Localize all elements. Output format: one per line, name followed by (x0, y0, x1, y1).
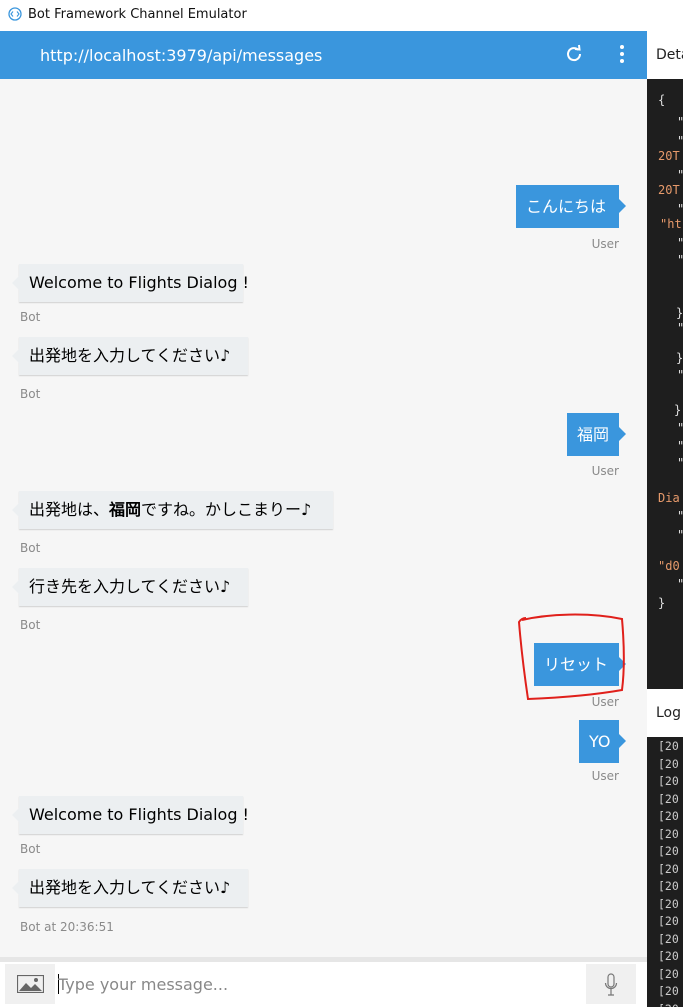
message-meta: Bot (20, 541, 41, 555)
log-line: [20 (658, 931, 679, 946)
json-line: "d0 (658, 559, 680, 573)
message-meta: User (591, 237, 619, 251)
json-line: } (658, 596, 666, 610)
user-message: こんにちは (516, 185, 626, 228)
window-title: Bot Framework Channel Emulator (28, 7, 247, 22)
title-bar: Bot Framework Channel Emulator (0, 0, 683, 31)
more-options-icon[interactable] (612, 43, 632, 65)
message-text-bold: 福岡 (109, 500, 142, 519)
json-line: " (677, 321, 683, 335)
json-line: " (677, 439, 683, 453)
json-line: " (677, 509, 683, 523)
message-meta: Bot (20, 842, 41, 856)
log-line: [20 (658, 861, 679, 876)
bot-message: 出発地は、福岡ですね。かしこまりー♪ (12, 491, 333, 529)
message-text: 行き先を入力してください♪ (29, 577, 231, 596)
bot-message: 出発地を入力してください♪ (12, 869, 248, 907)
json-line: " (677, 115, 683, 129)
image-icon (17, 975, 44, 993)
log-line: [20 (658, 774, 679, 788)
log-line: [20 (658, 914, 679, 928)
json-line: " (677, 134, 683, 148)
message-meta: Bot (20, 310, 41, 324)
details-panel-header: Deta (647, 31, 683, 79)
log-line: [20 (658, 844, 679, 858)
json-line: "ht (660, 217, 682, 231)
json-line: Dia (658, 491, 680, 505)
json-line: " (677, 577, 683, 591)
log-line: [20 (658, 966, 679, 981)
json-line: " (677, 528, 683, 542)
log-panel-header: Log (647, 689, 683, 737)
chat-header: http://localhost:3979/api/messages (0, 31, 647, 79)
user-message: YO (579, 720, 626, 763)
endpoint-url[interactable]: http://localhost:3979/api/messages (40, 46, 322, 65)
json-line: " (677, 421, 683, 435)
message-text: 福岡 (577, 425, 610, 444)
json-line: " (677, 202, 683, 216)
bot-message: 出発地を入力してください♪ (12, 337, 248, 375)
message-text: リセット (544, 655, 609, 674)
microphone-icon (604, 973, 618, 996)
json-line: " (677, 253, 683, 267)
bot-message: Welcome to Flights Dialog ! (12, 264, 249, 302)
json-line: } (676, 306, 683, 320)
json-line: 20T (658, 183, 680, 197)
message-text: 出発地を入力してください♪ (29, 346, 231, 365)
log-line: [20 (658, 1002, 679, 1007)
json-line: 20T (658, 149, 680, 163)
json-line: { (658, 93, 666, 107)
message-composer (0, 957, 647, 1007)
message-meta: Bot (20, 618, 41, 632)
microphone-button[interactable] (586, 964, 636, 1004)
message-meta: User (591, 769, 619, 783)
message-input[interactable] (58, 966, 578, 1002)
message-text: Welcome to Flights Dialog ! (29, 273, 249, 292)
app-icon (8, 7, 22, 21)
message-text: 出発地を入力してください♪ (29, 878, 231, 897)
log-line: [20 (658, 949, 679, 963)
json-line: " (677, 236, 683, 250)
upload-image-button[interactable] (5, 964, 55, 1004)
log-line: [20 (658, 826, 679, 841)
log-line: [20 (658, 809, 679, 823)
bot-message: Welcome to Flights Dialog ! (12, 796, 249, 834)
bot-message: 行き先を入力してください♪ (12, 568, 248, 606)
log-line: [20 (658, 879, 679, 893)
message-meta: User (591, 695, 619, 709)
message-meta: Bot at 20:36:51 (20, 920, 114, 934)
user-message: 福岡 (567, 413, 626, 456)
refresh-icon[interactable] (563, 43, 585, 65)
log-line: [20 (658, 791, 679, 806)
json-line: " (677, 456, 683, 470)
inspector-panels: Deta {""20T"20T""ht""}"}"}"""Dia"""d0"} … (647, 31, 683, 1007)
message-text: こんにちは (526, 197, 607, 216)
chat-panel: http://localhost:3979/api/messages こんにちは… (0, 31, 647, 1007)
message-meta: Bot (20, 387, 41, 401)
log-line: [20 (658, 896, 679, 911)
log-line: [20 (658, 984, 679, 998)
details-panel-title: Deta (656, 47, 683, 63)
json-line: } (674, 403, 682, 417)
message-text: 出発地は、 (29, 500, 110, 519)
message-text: Welcome to Flights Dialog ! (29, 805, 249, 824)
log-panel-title: Log (656, 705, 682, 721)
json-line: " (677, 168, 683, 182)
log-line: [20 (658, 756, 679, 771)
user-message: リセット (534, 643, 626, 686)
json-line: } (676, 351, 683, 365)
message-meta: User (591, 464, 619, 478)
message-text: ですね。かしこまりー♪ (141, 500, 312, 519)
json-line: " (677, 368, 683, 382)
message-text: YO (589, 732, 611, 751)
log-line: [20 (658, 739, 679, 753)
